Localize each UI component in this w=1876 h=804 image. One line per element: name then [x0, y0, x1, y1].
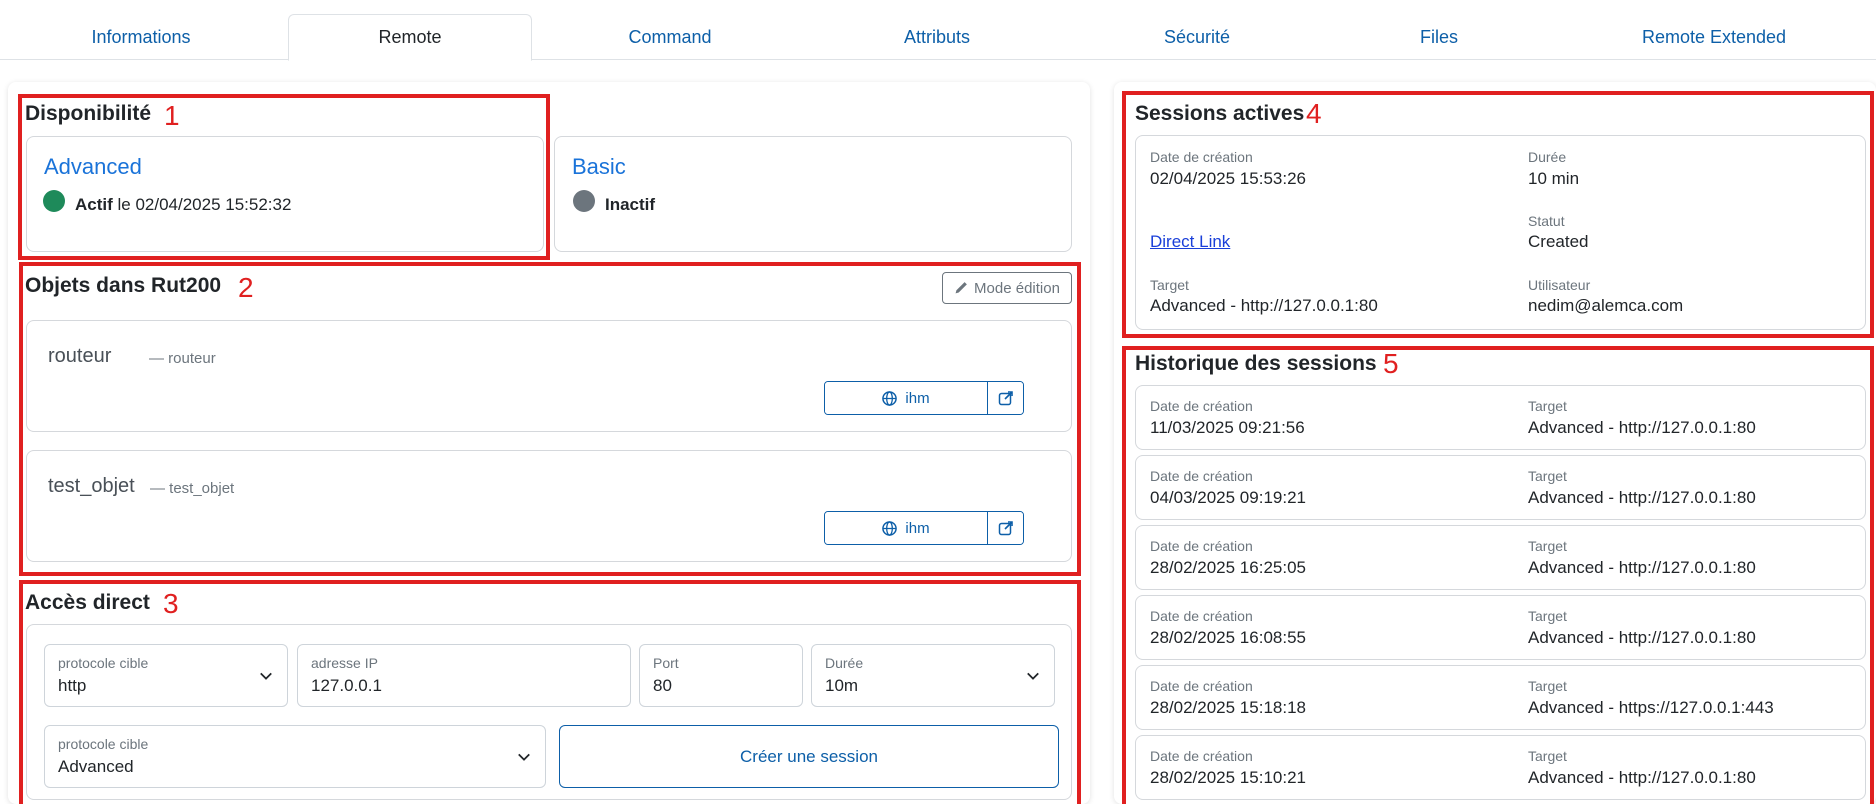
- inactive-status-dot-icon: [573, 190, 595, 212]
- target-protocol-select-2[interactable]: protocole cible Advanced: [44, 725, 546, 788]
- ihm-button-group: ihm: [824, 511, 1024, 545]
- direct-access-form: protocole cible http adresse IP 127.0.0.…: [26, 624, 1072, 800]
- history-row[interactable]: Date de création 11/03/2025 09:21:56 Tar…: [1135, 385, 1866, 450]
- active-sessions-title: Sessions actives: [1135, 102, 1305, 125]
- duration-label: Durée: [1528, 149, 1567, 165]
- user-value: nedim@alemca.com: [1528, 296, 1684, 315]
- ihm-button[interactable]: ihm: [825, 382, 987, 414]
- object-subtitle: — test_objet: [150, 480, 235, 497]
- object-card-routeur: routeur — routeur ihm: [26, 320, 1072, 432]
- tab-attributs[interactable]: Attributs: [806, 14, 1068, 60]
- port-input[interactable]: Port 80: [639, 644, 803, 707]
- tab-securite[interactable]: Sécurité: [1068, 14, 1326, 60]
- tab-bar: Informations Remote Command Attributs Sé…: [0, 0, 1876, 61]
- target-label: Target: [1150, 277, 1189, 293]
- edit-mode-button[interactable]: Mode édition: [942, 272, 1072, 304]
- availability-title: Disponibilité: [25, 102, 151, 125]
- chevron-down-icon: [260, 672, 272, 680]
- chevron-down-icon: [1027, 672, 1039, 680]
- user-label: Utilisateur: [1528, 277, 1591, 293]
- direct-link[interactable]: Direct Link: [1150, 232, 1230, 252]
- basic-title: Basic: [572, 154, 626, 179]
- annotation-1: 1: [164, 100, 180, 131]
- object-subtitle: — routeur: [149, 350, 216, 367]
- history-row[interactable]: Date de création 04/03/2025 09:19:21 Tar…: [1135, 455, 1866, 520]
- history-row[interactable]: Date de création 28/02/2025 16:25:05 Tar…: [1135, 525, 1866, 590]
- tab-remote[interactable]: Remote: [288, 14, 532, 61]
- tab-command[interactable]: Command: [540, 14, 800, 60]
- tab-files[interactable]: Files: [1326, 14, 1552, 60]
- annotation-3: 3: [163, 588, 179, 619]
- share-icon: [998, 521, 1013, 536]
- globe-icon: [882, 390, 898, 406]
- pencil-icon: [955, 282, 967, 294]
- tab-informations[interactable]: Informations: [0, 14, 282, 60]
- session-history-title: Historique des sessions: [1135, 352, 1377, 375]
- open-external-button[interactable]: [987, 512, 1023, 544]
- tab-remote-extended[interactable]: Remote Extended: [1552, 14, 1876, 60]
- annotation-5: 5: [1383, 348, 1399, 379]
- share-icon: [998, 391, 1013, 406]
- availability-advanced-card: Advanced Actif le 02/04/2025 15:52:32: [26, 136, 544, 252]
- ihm-button[interactable]: ihm: [825, 512, 987, 544]
- open-external-button[interactable]: [987, 382, 1023, 414]
- chevron-down-icon: [518, 753, 530, 761]
- history-row[interactable]: Date de création 28/02/2025 15:10:21 Tar…: [1135, 735, 1866, 800]
- history-row[interactable]: Date de création 28/02/2025 15:18:18 Tar…: [1135, 665, 1866, 730]
- objects-title: Objets dans Rut200: [25, 274, 222, 297]
- active-status-dot-icon: [43, 190, 65, 212]
- ihm-button-group: ihm: [824, 381, 1024, 415]
- created-value: 02/04/2025 15:53:26: [1150, 169, 1306, 188]
- basic-status: Inactif: [605, 195, 656, 214]
- target-value: Advanced - http://127.0.0.1:80: [1150, 296, 1378, 315]
- status-value: Created: [1528, 232, 1589, 251]
- object-name: test_objet: [48, 475, 135, 497]
- direct-access-title: Accès direct: [25, 591, 150, 614]
- advanced-title: Advanced: [44, 154, 142, 179]
- history-row[interactable]: Date de création 28/02/2025 16:08:55 Tar…: [1135, 595, 1866, 660]
- active-session-card: Date de création 02/04/2025 15:53:26 Dur…: [1135, 135, 1866, 330]
- object-name: routeur: [48, 345, 112, 367]
- globe-icon: [882, 520, 898, 536]
- target-protocol-select[interactable]: protocole cible http: [44, 644, 288, 707]
- ip-address-input[interactable]: adresse IP 127.0.0.1: [297, 644, 631, 707]
- create-session-button[interactable]: Créer une session: [559, 725, 1059, 788]
- annotation-4: 4: [1306, 98, 1322, 129]
- duration-select[interactable]: Durée 10m: [811, 644, 1055, 707]
- advanced-status: Actif le 02/04/2025 15:52:32: [75, 195, 292, 214]
- status-label: Statut: [1528, 213, 1565, 229]
- duration-value: 10 min: [1528, 169, 1580, 188]
- annotation-2: 2: [238, 272, 254, 303]
- availability-basic-card: Basic Inactif: [554, 136, 1072, 252]
- created-label: Date de création: [1150, 149, 1253, 165]
- object-card-test-objet: test_objet — test_objet ihm: [26, 450, 1072, 562]
